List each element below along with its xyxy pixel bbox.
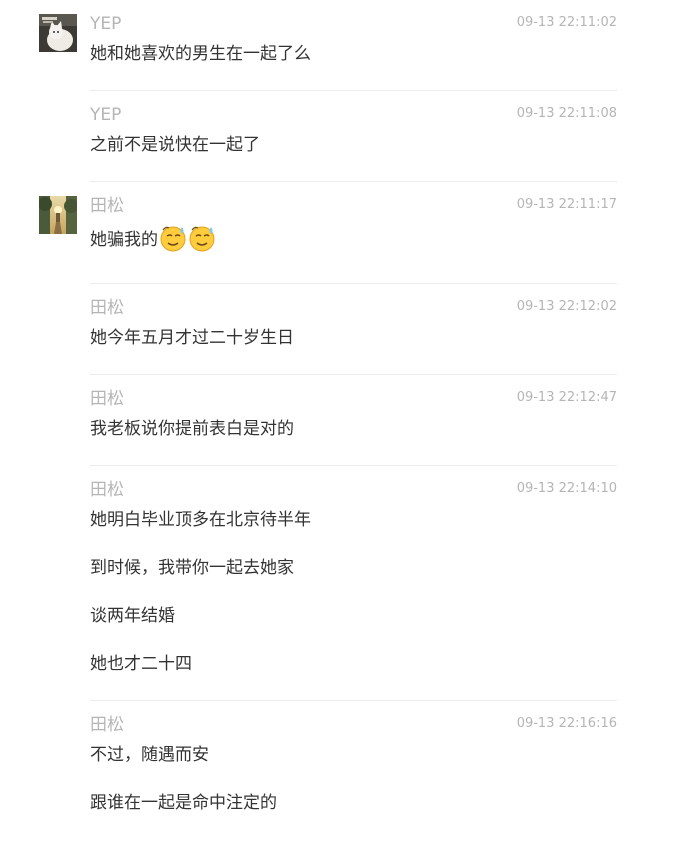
message-item: 田松 09-13 22:12:47 我老板说你提前表白是对的 — [90, 375, 617, 466]
message-text: 她今年五月才过二十岁生日 — [90, 328, 294, 348]
message-text: 她和她喜欢的男生在一起了么 — [90, 44, 311, 64]
avatar[interactable] — [39, 14, 77, 52]
cat-photo-avatar-icon — [39, 14, 77, 52]
message-text: 不过，随遇而安 — [90, 745, 209, 765]
message-text: 我老板说你提前表白是对的 — [90, 419, 294, 439]
timestamp: 09-13 22:11:02 — [516, 15, 617, 30]
timestamp: 09-13 22:11:17 — [516, 197, 617, 212]
chat-history: YEP 09-13 22:11:02 她和她喜欢的男生在一起了么 YEP 09-… — [0, 0, 685, 839]
message-text: 她骗我的 — [90, 224, 617, 259]
road-sunset-avatar-icon — [39, 196, 77, 234]
message-text-content: 她骗我的 — [90, 230, 158, 250]
message-text: 她也才二十四 — [90, 654, 192, 674]
message-item: YEP 09-13 22:11:02 她和她喜欢的男生在一起了么 — [39, 0, 617, 91]
timestamp: 09-13 22:14:10 — [516, 481, 617, 496]
message-item: 田松 09-13 22:12:02 她今年五月才过二十岁生日 — [90, 284, 617, 375]
sweat-smile-emoji-icon — [159, 224, 187, 259]
avatar[interactable] — [39, 196, 77, 234]
timestamp: 09-13 22:16:16 — [516, 716, 617, 731]
message-item: 田松 09-13 22:16:16 不过，随遇而安 跟谁在一起是命中注定的 — [90, 701, 617, 839]
timestamp: 09-13 22:12:02 — [516, 299, 617, 314]
sweat-smile-emoji-icon — [188, 224, 216, 259]
message-text: 到时候，我带你一起去她家 — [90, 558, 294, 578]
message-text: 她明白毕业顶多在北京待半年 — [90, 510, 311, 530]
message-item: YEP 09-13 22:11:08 之前不是说快在一起了 — [90, 91, 617, 182]
message-text: 跟谁在一起是命中注定的 — [90, 793, 277, 813]
message-text: 谈两年结婚 — [90, 606, 175, 626]
message-text: 之前不是说快在一起了 — [90, 135, 260, 155]
timestamp: 09-13 22:12:47 — [516, 390, 617, 405]
message-item: 田松 09-13 22:11:17 她骗我的 — [39, 182, 617, 284]
message-item: 田松 09-13 22:14:10 她明白毕业顶多在北京待半年 到时候，我带你一… — [90, 466, 617, 701]
timestamp: 09-13 22:11:08 — [516, 106, 617, 121]
